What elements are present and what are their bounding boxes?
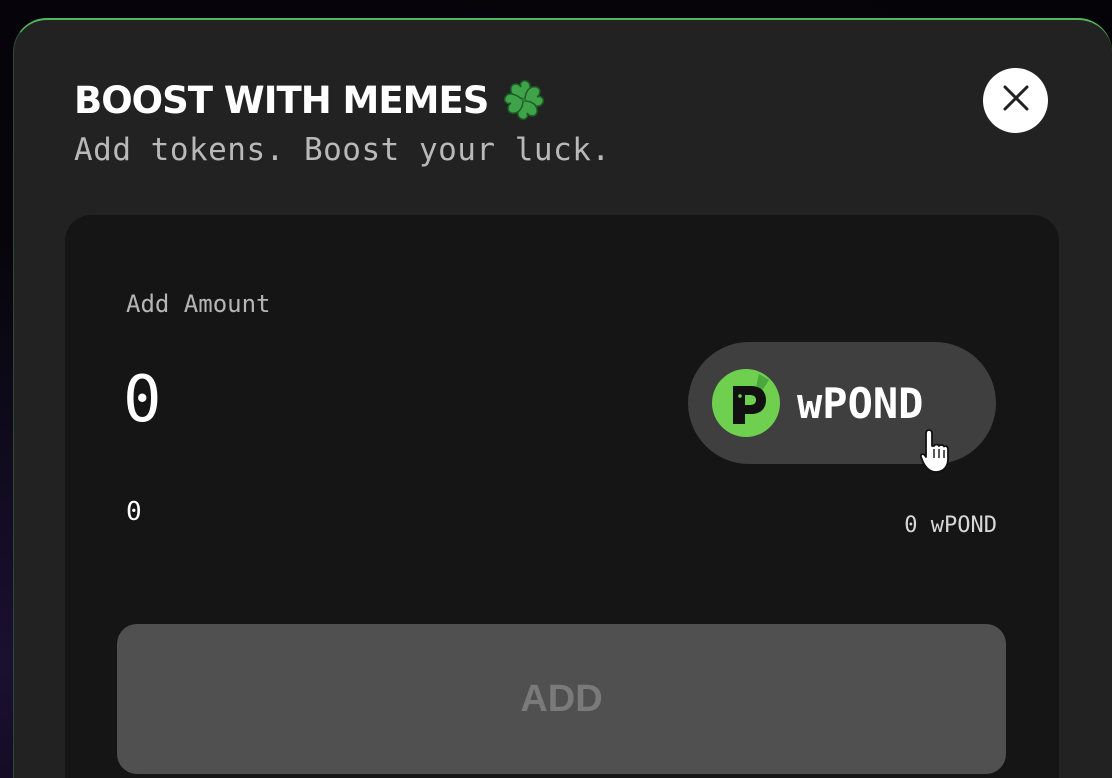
boost-modal: BOOST WITH MEMES Add tokens. Boost your … — [13, 18, 1112, 778]
add-amount-panel: Add Amount 0 wPOND 0 wPOND ADD — [65, 215, 1059, 778]
token-balance: 0 wPOND — [904, 513, 997, 538]
modal-header: BOOST WITH MEMES — [74, 78, 546, 122]
add-button[interactable]: ADD — [117, 624, 1006, 774]
amount-input[interactable] — [123, 360, 543, 440]
wpond-token-icon — [711, 368, 781, 438]
modal-subtitle: Add tokens. Boost your luck. — [74, 132, 611, 168]
modal-title: BOOST WITH MEMES — [74, 78, 489, 122]
amount-label: Add Amount — [126, 290, 271, 318]
four-leaf-clover-icon — [502, 78, 546, 122]
token-symbol: wPOND — [797, 378, 924, 428]
hand-cursor-icon — [919, 428, 950, 474]
amount-fiat-value: 0 — [126, 497, 142, 527]
close-icon — [1003, 85, 1029, 116]
close-button[interactable] — [983, 68, 1048, 133]
